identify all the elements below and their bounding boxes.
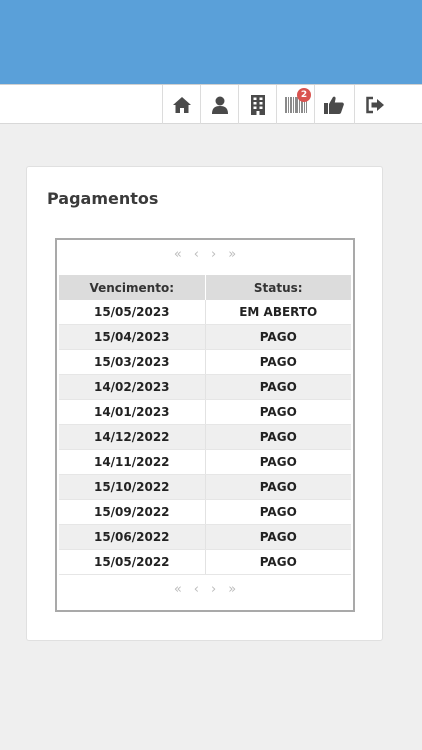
logout-icon xyxy=(365,96,384,113)
table-row[interactable]: 15/10/2022 PAGO xyxy=(59,475,351,500)
page-title: Pagamentos xyxy=(47,189,159,208)
status-cell: EM ABERTO xyxy=(239,305,318,319)
due-date-cell: 14/12/2022 xyxy=(59,425,206,449)
next-page-button[interactable]: › xyxy=(211,247,216,262)
like-button[interactable] xyxy=(314,85,352,124)
due-date-cell: 15/04/2023 xyxy=(59,325,206,349)
status-cell: PAGO xyxy=(259,480,297,494)
prev-page-button[interactable]: ‹ xyxy=(194,247,199,262)
last-page-button[interactable]: » xyxy=(228,247,236,262)
table-row[interactable]: 15/03/2023 PAGO xyxy=(59,350,351,375)
home-icon xyxy=(172,96,191,113)
table-row[interactable]: 14/11/2022 PAGO xyxy=(59,450,351,475)
table-body: 15/05/2023 EM ABERTO 15/04/2023 PAGO 15/… xyxy=(59,300,351,575)
status-cell: PAGO xyxy=(259,380,297,394)
table-row[interactable]: 14/01/2023 PAGO xyxy=(59,400,351,425)
table-row[interactable]: 14/02/2023 PAGO xyxy=(59,375,351,400)
first-page-button[interactable]: « xyxy=(174,582,182,597)
thumbs-up-icon xyxy=(323,96,344,114)
status-cell: PAGO xyxy=(259,505,297,519)
boletos-button[interactable]: 2 xyxy=(276,85,314,124)
payments-card: Pagamentos « ‹ › » Vencimento: Status: 1… xyxy=(26,166,383,641)
status-cell: PAGO xyxy=(259,455,297,469)
building-button[interactable] xyxy=(238,85,276,124)
first-page-button[interactable]: « xyxy=(174,247,182,262)
due-date-cell: 15/09/2022 xyxy=(59,500,206,524)
table-row[interactable]: 15/05/2022 PAGO xyxy=(59,550,351,575)
payments-table: « ‹ › » Vencimento: Status: 15/05/2023 E… xyxy=(55,238,355,612)
status-cell: PAGO xyxy=(259,530,297,544)
column-header-status[interactable]: Status: xyxy=(206,275,352,300)
due-date-cell: 14/11/2022 xyxy=(59,450,206,474)
profile-button[interactable] xyxy=(200,85,238,124)
column-header-due[interactable]: Vencimento: xyxy=(59,275,206,300)
due-date-cell: 14/01/2023 xyxy=(59,400,206,424)
status-cell: PAGO xyxy=(259,405,297,419)
due-date-cell: 15/05/2022 xyxy=(59,550,206,574)
pager-top: « ‹ › » xyxy=(57,243,353,265)
status-cell: PAGO xyxy=(259,355,297,369)
due-date-cell: 14/02/2023 xyxy=(59,375,206,399)
table-row[interactable]: 15/09/2022 PAGO xyxy=(59,500,351,525)
next-page-button[interactable]: › xyxy=(211,582,216,597)
building-icon xyxy=(250,94,265,115)
due-date-cell: 15/05/2023 xyxy=(59,300,206,324)
table-row[interactable]: 15/05/2023 EM ABERTO xyxy=(59,300,351,325)
due-date-cell: 15/03/2023 xyxy=(59,350,206,374)
pager-bottom: « ‹ › » xyxy=(57,578,353,600)
logout-button[interactable] xyxy=(354,85,394,124)
status-cell: PAGO xyxy=(259,330,297,344)
table-row[interactable]: 15/06/2022 PAGO xyxy=(59,525,351,550)
table-header: Vencimento: Status: xyxy=(59,275,351,300)
table-row[interactable]: 14/12/2022 PAGO xyxy=(59,425,351,450)
due-date-cell: 15/06/2022 xyxy=(59,525,206,549)
last-page-button[interactable]: » xyxy=(228,582,236,597)
user-icon xyxy=(211,96,228,114)
app-header xyxy=(0,0,422,84)
prev-page-button[interactable]: ‹ xyxy=(194,582,199,597)
toolbar: 2 xyxy=(0,84,422,124)
status-cell: PAGO xyxy=(259,430,297,444)
home-button[interactable] xyxy=(162,85,200,124)
table-row[interactable]: 15/04/2023 PAGO xyxy=(59,325,351,350)
status-cell: PAGO xyxy=(259,555,297,569)
due-date-cell: 15/10/2022 xyxy=(59,475,206,499)
notification-badge: 2 xyxy=(297,88,311,102)
